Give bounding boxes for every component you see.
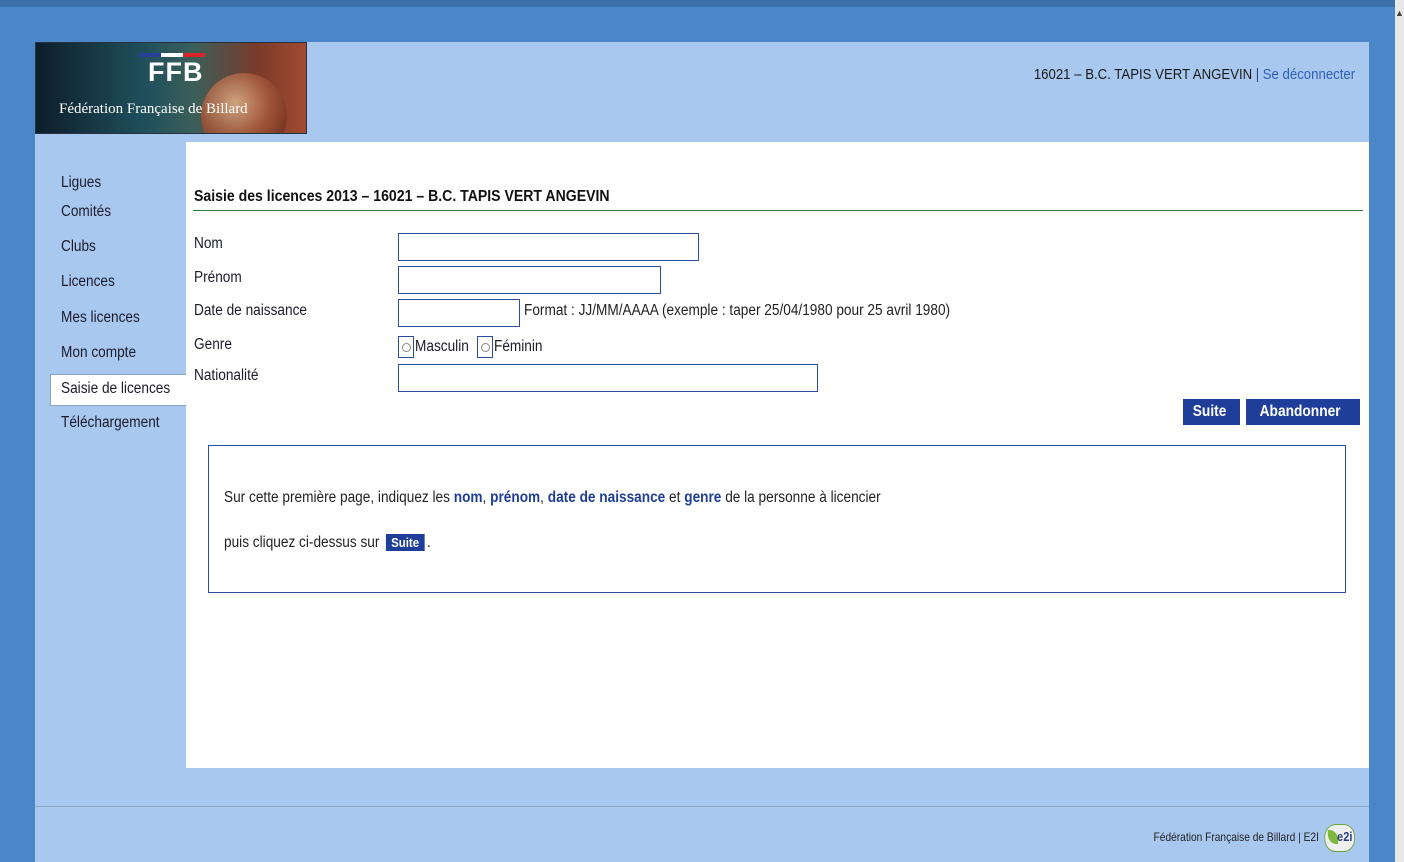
prenom-label: Prénom bbox=[194, 269, 242, 286]
date-naissance-input[interactable] bbox=[398, 299, 520, 327]
footer-text: Fédération Française de Billard | E2I bbox=[1153, 830, 1320, 845]
suite-button-label: Suite bbox=[1192, 403, 1227, 420]
help-keyword-prenom: prénom bbox=[490, 489, 541, 506]
nom-input[interactable] bbox=[398, 233, 699, 261]
help-box: Sur cette première page, indiquez les no… bbox=[208, 445, 1346, 593]
help-comma-2: , bbox=[540, 489, 544, 506]
logo-subtitle: Fédération Française de Billard bbox=[59, 101, 248, 117]
sidebar-item-mes-licences[interactable]: Mes licences bbox=[61, 309, 140, 327]
footer: Fédération Française de Billard | E2I e2… bbox=[1154, 824, 1355, 852]
help-line-2-intro: puis cliquez ci-dessus sur bbox=[224, 534, 380, 551]
help-comma-1: , bbox=[482, 489, 487, 506]
nationalite-input[interactable] bbox=[398, 364, 818, 392]
help-suite-badge: Suite bbox=[385, 534, 425, 551]
sidebar-item-clubs[interactable]: Clubs bbox=[61, 238, 96, 256]
suite-button[interactable]: Suite bbox=[1183, 399, 1240, 425]
page-title: Saisie des licences 2013 – 16021 – B.C. … bbox=[194, 188, 610, 205]
help-keyword-genre: genre bbox=[684, 489, 722, 506]
footer-divider bbox=[35, 806, 1369, 807]
sidebar-item-saisie-de-licences[interactable]: Saisie de licences bbox=[61, 380, 170, 398]
club-name: 16021 – B.C. TAPIS VERT ANGEVIN bbox=[1033, 66, 1253, 83]
help-line-1-intro: Sur cette première page, indiquez les bbox=[224, 489, 450, 506]
ffb-logo[interactable]: FFB Fédération Française de Billard bbox=[35, 42, 307, 134]
masculin-radio[interactable] bbox=[398, 336, 414, 358]
sidebar-item-comites[interactable]: Comités bbox=[61, 203, 111, 221]
help-line-2-end: . bbox=[427, 534, 431, 551]
abandonner-button-label: Abandonner bbox=[1259, 403, 1341, 420]
top-border bbox=[0, 0, 1404, 7]
e2i-logo-icon[interactable]: e2i bbox=[1324, 824, 1355, 852]
help-line-2: puis cliquez ci-dessus sur Suite. bbox=[224, 534, 431, 552]
help-line-1-end: de la personne à licencier bbox=[725, 489, 881, 506]
nom-label: Nom bbox=[194, 235, 223, 252]
nationalite-label: Nationalité bbox=[194, 367, 259, 384]
feminin-label[interactable]: Féminin bbox=[494, 338, 543, 356]
abandonner-button[interactable]: Abandonner bbox=[1246, 399, 1360, 425]
masculin-label[interactable]: Masculin bbox=[415, 338, 469, 356]
sidebar-item-licences[interactable]: Licences bbox=[61, 273, 115, 291]
scroll-up-arrow-icon[interactable]: ▲ bbox=[1395, 8, 1404, 20]
app-frame: FFB Fédération Française de Billard 1602… bbox=[35, 42, 1369, 862]
help-keyword-nom: nom bbox=[453, 489, 483, 506]
header-user-bar: 16021 – B.C. TAPIS VERT ANGEVIN | Se décon… bbox=[1034, 66, 1355, 83]
logout-link[interactable]: Se déconnecter bbox=[1263, 66, 1355, 83]
help-line-1: Sur cette première page, indiquez les no… bbox=[224, 489, 881, 507]
date-format-hint: Format : JJ/MM/AAAA (exemple : taper 25/… bbox=[524, 302, 951, 319]
prenom-input[interactable] bbox=[398, 266, 661, 294]
date-naissance-label: Date de naissance bbox=[194, 302, 307, 319]
help-keyword-date: date de naissance bbox=[547, 489, 666, 506]
help-and: et bbox=[669, 489, 681, 506]
sidebar-item-telechargement[interactable]: Téléchargement bbox=[61, 414, 160, 432]
sidebar-item-mon-compte[interactable]: Mon compte bbox=[61, 344, 136, 362]
vertical-scrollbar[interactable]: ▲ bbox=[1395, 0, 1404, 862]
genre-label: Genre bbox=[194, 336, 232, 353]
e2i-badge-label: e2i bbox=[1337, 829, 1353, 844]
feminin-radio[interactable] bbox=[477, 336, 493, 358]
header-separator: | bbox=[1255, 66, 1260, 83]
main-content: Saisie des licences 2013 – 16021 – B.C. … bbox=[186, 142, 1369, 768]
title-divider bbox=[193, 210, 1363, 211]
logo-brand: FFB bbox=[148, 57, 204, 87]
sidebar-item-ligues[interactable]: Ligues bbox=[61, 174, 101, 192]
